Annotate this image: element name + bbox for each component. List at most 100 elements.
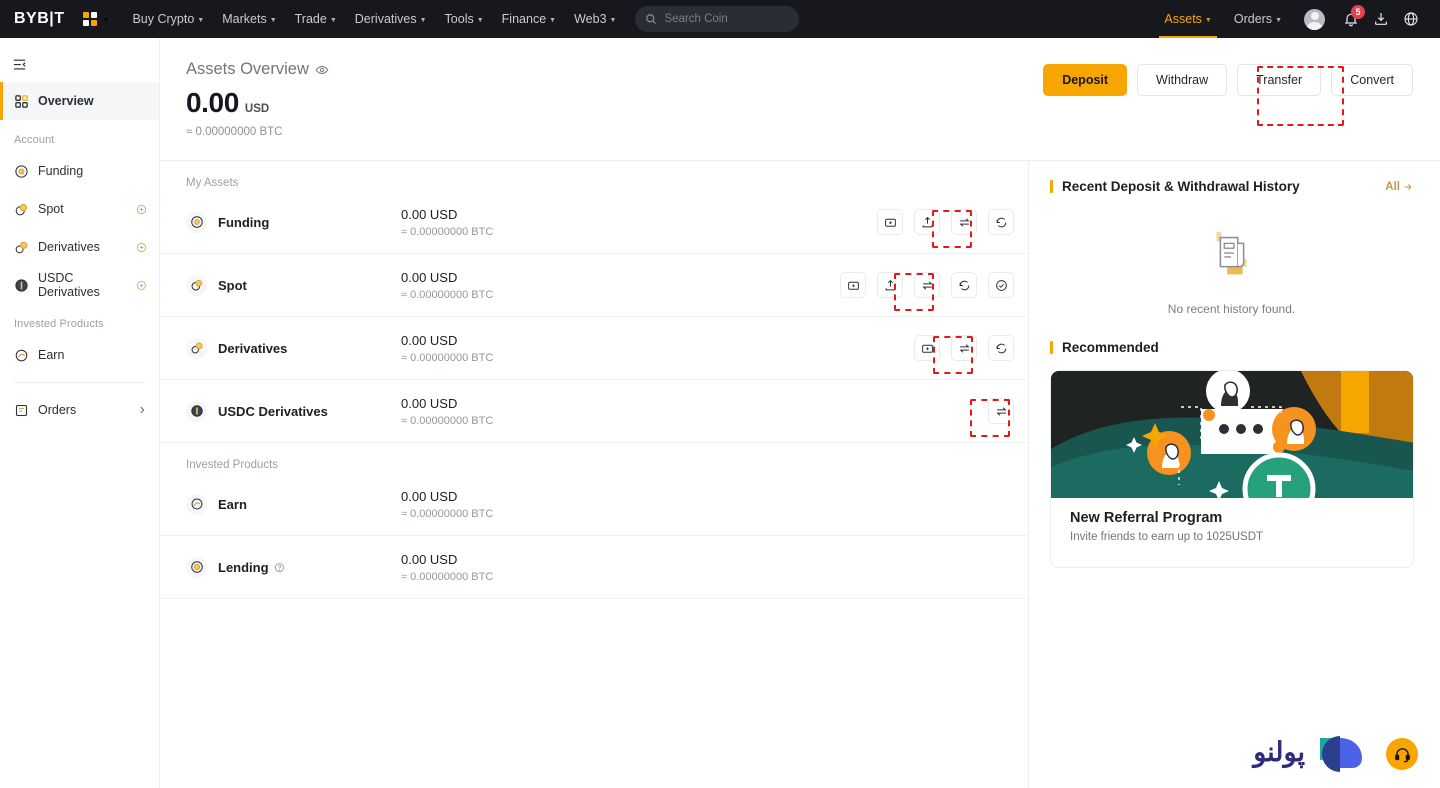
collapse-sidebar-icon <box>13 59 26 69</box>
convert-button[interactable]: Convert <box>1331 64 1413 96</box>
spot-coin-icon <box>186 274 207 296</box>
convert-icon <box>959 280 969 290</box>
sidebar-item-overview[interactable]: Overview <box>0 82 159 120</box>
add-account-icon[interactable] <box>136 280 147 291</box>
deposit-icon <box>884 218 896 227</box>
apps-grid-icon <box>82 12 97 26</box>
chevron-down-icon: ▼ <box>476 16 484 24</box>
sidebar-item-spot[interactable]: Spot <box>0 190 159 228</box>
deposit-icon-button[interactable] <box>877 209 903 235</box>
asset-btc-value: ≈ 0.00000000 BTC <box>401 507 494 520</box>
deposit-icon <box>921 344 933 353</box>
notifications-button[interactable]: 5 <box>1336 4 1366 34</box>
help-tooltip-icon[interactable] <box>274 562 285 573</box>
eye-visibility-icon[interactable] <box>315 63 329 77</box>
deposit-button[interactable]: Deposit <box>1043 64 1128 96</box>
empty-state-text: No recent history found. <box>1167 302 1296 316</box>
withdraw-icon-button[interactable] <box>877 272 903 298</box>
derivatives-coin-icon <box>15 241 28 253</box>
view-all-history-link[interactable]: All <box>1385 181 1413 193</box>
overview-body: My Assets Funding 0.00 USD ≈ 0.00000000 … <box>160 160 1440 788</box>
download-icon <box>1375 13 1387 25</box>
search-input[interactable]: Search Coin <box>635 6 800 32</box>
withdraw-icon-button[interactable] <box>914 209 940 235</box>
deposit-icon-button[interactable] <box>914 335 940 361</box>
table-row[interactable]: Funding 0.00 USD ≈ 0.00000000 BTC <box>160 191 1028 254</box>
row-actions <box>840 272 1014 298</box>
asset-name-cell: Derivatives <box>186 337 401 359</box>
chevron-down-icon: ▼ <box>1204 16 1212 24</box>
sidebar-divider <box>14 382 145 383</box>
nav-label: Finance <box>501 12 547 26</box>
globe-icon <box>1404 12 1418 26</box>
asset-value-cell: 0.00 USD ≈ 0.00000000 BTC <box>401 489 641 520</box>
language-button[interactable] <box>1396 4 1426 34</box>
chevron-down-icon: ▼ <box>102 16 110 24</box>
apps-menu[interactable]: ▼ <box>82 12 110 26</box>
row-actions <box>988 398 1014 424</box>
earn-coin-icon <box>15 349 28 361</box>
transfer-icon-button[interactable] <box>988 398 1014 424</box>
add-account-icon[interactable] <box>136 242 147 253</box>
sidebar-item-label: Derivatives <box>38 240 100 254</box>
promo-card[interactable]: New Referral Program Invite friends to e… <box>1050 370 1414 568</box>
sidebar-collapse-button[interactable] <box>0 46 159 82</box>
nav-finance[interactable]: Finance ▼ <box>493 0 565 38</box>
deposit-icon <box>847 281 859 290</box>
transfer-icon-button[interactable] <box>914 272 940 298</box>
nav-trade[interactable]: Trade ▼ <box>286 0 346 38</box>
sidebar-item-label: USDC Derivatives <box>38 271 100 299</box>
nav-label: Orders <box>1233 12 1273 26</box>
support-chat-button[interactable] <box>1386 738 1418 770</box>
nav-tools[interactable]: Tools ▼ <box>436 0 493 38</box>
transfer-button[interactable]: Transfer <box>1237 64 1322 96</box>
asset-value-cell: 0.00 USD ≈ 0.00000000 BTC <box>401 396 641 427</box>
download-app-button[interactable] <box>1366 4 1396 34</box>
watermark-text: پولنو <box>1253 736 1306 767</box>
sidebar-group-account: Account <box>14 134 55 146</box>
sidebar-item-earn[interactable]: Earn <box>0 336 159 374</box>
transfer-icon-button[interactable] <box>951 209 977 235</box>
transfer-icon-button[interactable] <box>951 335 977 361</box>
nav-web3[interactable]: Web3 ▼ <box>565 0 625 38</box>
withdraw-button[interactable]: Withdraw <box>1137 64 1228 96</box>
convert-icon-button[interactable] <box>988 209 1014 235</box>
nav-derivatives[interactable]: Derivatives ▼ <box>346 0 436 38</box>
asset-name-cell: Funding <box>186 211 401 233</box>
nav-assets[interactable]: Assets ▼ <box>1153 0 1222 38</box>
assets-list-panel: My Assets Funding 0.00 USD ≈ 0.00000000 … <box>160 160 1029 788</box>
chevron-down-icon: ▼ <box>1275 16 1282 24</box>
sidebar-item-funding[interactable]: Funding <box>0 152 159 190</box>
avatar[interactable] <box>1304 8 1325 30</box>
table-row[interactable]: Spot 0.00 USD ≈ 0.00000000 BTC <box>160 254 1028 317</box>
asset-btc-value: ≈ 0.00000000 BTC <box>401 225 494 238</box>
bybit-logo[interactable]: BYB|T <box>14 10 65 28</box>
convert-icon-button[interactable] <box>988 335 1014 361</box>
row-actions <box>914 335 1014 361</box>
sidebar-item-usdc-derivatives[interactable]: USDC Derivatives <box>0 266 159 304</box>
promo-heading: New Referral Program <box>1070 510 1223 526</box>
table-row[interactable]: Lending 0.00 USD ≈ 0.00000000 BTC <box>160 536 1028 599</box>
sidebar-item-orders[interactable]: Orders <box>0 391 159 429</box>
row-actions <box>877 209 1014 235</box>
convert-icon-button[interactable] <box>951 272 977 298</box>
all-link-label: All <box>1385 180 1400 193</box>
top-navigation-bar: BYB|T ▼ Buy Crypto ▼ Markets ▼ Trade ▼ D… <box>0 0 1440 38</box>
usdc-coin-icon <box>15 278 28 292</box>
search-icon <box>646 14 657 24</box>
trade-icon-button[interactable] <box>988 272 1014 298</box>
nav-markets[interactable]: Markets ▼ <box>213 0 285 38</box>
add-account-icon[interactable] <box>136 204 147 215</box>
table-row[interactable]: Derivatives 0.00 USD ≈ 0.00000000 BTC <box>160 317 1028 380</box>
watermark: پولنو <box>1253 732 1368 772</box>
right-side-panel: Recent Deposit & Withdrawal History All … <box>1029 160 1440 788</box>
sidebar-item-derivatives[interactable]: Derivatives <box>0 228 159 266</box>
table-row[interactable]: Earn 0.00 USD ≈ 0.00000000 BTC <box>160 473 1028 536</box>
table-row[interactable]: USDC Derivatives 0.00 USD ≈ 0.00000000 B… <box>160 380 1028 443</box>
transfer-icon <box>995 406 1007 416</box>
page-title-text: Assets Overview <box>186 60 309 78</box>
nav-orders[interactable]: Orders ▼ <box>1223 0 1293 38</box>
nav-buy-crypto[interactable]: Buy Crypto ▼ <box>123 0 213 38</box>
deposit-icon-button[interactable] <box>840 272 866 298</box>
chevron-down-icon: ▼ <box>197 16 205 24</box>
